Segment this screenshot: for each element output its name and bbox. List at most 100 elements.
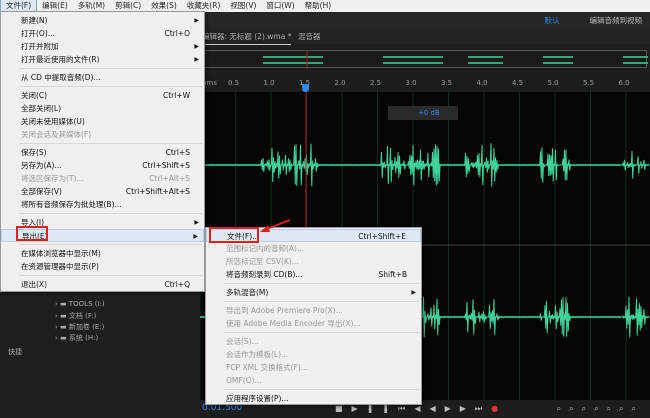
menu-item[interactable]: 全部保存(V) Ctrl+Shift+Alt+S [1,185,204,198]
transport-controls[interactable]: ■▶❚❚⏮◀◀▶▶⏭● [335,404,507,414]
menu-item-label: 保存(S) [21,148,47,157]
menu-item-label: 应用程序设置(P)... [226,394,289,403]
menu-item[interactable]: 关闭未使用媒体(U) [1,115,204,128]
menu-item-label: 在媒体浏览器中显示(M) [21,249,101,258]
menu-item[interactable]: 打开(O)... Ctrl+O [1,27,204,40]
quick-access-item[interactable]: 快捷 [8,347,22,357]
menu-item-label: 会话作为模板(L)... [226,350,289,359]
menu-separator [224,389,419,390]
menu-item[interactable]: 在资源管理器中显示(P) [1,260,204,273]
drive-item[interactable]: › ▬ 文档 (F:) [55,311,96,321]
menu-item-label: OMF(O)... [226,376,262,385]
menu-item[interactable]: 将音频刻录到 CD(B)... Shift+B [206,268,421,281]
menu-item[interactable]: 应用程序设置(P)... [206,392,421,405]
menu-item[interactable]: 保存(S) Ctrl+S [1,146,204,159]
drive-item[interactable]: › ▬ 新加卷 (E:) [55,322,104,332]
quick-label: 快捷 [8,348,22,356]
menu-item[interactable]: 退出(X) Ctrl+Q [1,278,204,291]
menu-item-label: 全部关闭(L) [21,104,62,113]
menu-item-label: 范围标记内的音频(A)... [226,244,305,253]
drive-item[interactable]: › ▬ TOOLS (I:) [55,300,105,308]
menu-item[interactable]: 使用 Adobe Media Encoder 导出(X)... [206,317,421,330]
menu-item[interactable]: 多轨混音(M) ▶ [206,286,421,299]
highlight-box-export [16,226,48,241]
ruler-tick-label: 5.5 [583,79,595,87]
menubar-item[interactable]: 帮助(H) [300,0,337,12]
drive-icon: › ▬ [55,300,69,308]
menu-item[interactable]: 打开并附加 ▶ [1,40,204,53]
menu-item-label: 新建(N) [21,16,48,25]
ruler-tick-label: 1.0 [263,79,275,87]
menu-item-label: 关闭会话及其媒体(F) [21,130,92,139]
menu-item[interactable]: 范围标记内的音频(A)... [206,242,421,255]
submenu-arrow-icon: ▶ [193,233,198,240]
menu-item-shortcut: Ctrl+W [162,91,190,100]
drive-icon: › ▬ [55,323,69,331]
tab-mixer[interactable]: 混音器 [298,31,321,42]
record-icon[interactable]: ● [491,404,507,413]
menu-item-label: 另存为(A)... [21,161,62,170]
menu-item-label: 所选标记至 CSV(K)... [226,257,299,266]
gain-hud[interactable]: +0 dB [388,106,458,120]
menu-item[interactable]: 将所有音频保存为批处理(B)... [1,198,204,211]
media-browser: › ▬ TOOLS (I:) › ▬ 文档 (F:) › ▬ 新加卷 (E:) › ▬… [0,292,200,418]
menu-item-label: 全部保存(V) [21,187,62,196]
menu-separator [19,143,202,144]
submenu-arrow-icon: ▶ [194,219,199,226]
overview-waveform[interactable] [202,50,648,69]
menu-item-label: 多轨混音(M) [226,288,269,297]
drive-icon: › ▬ [55,334,69,342]
menu-item[interactable]: 关闭会话及其媒体(F) [1,128,204,141]
menu-item[interactable]: 将选区保存为(T)... Ctrl+Alt+S [1,172,204,185]
menu-item-shortcut: Shift+B [378,270,407,279]
workspace-edit-video[interactable]: 编辑音频到视频 [590,16,643,25]
zoom-controls[interactable]: ⌕⌕⌕⌕⌕⌕⌕ [557,404,644,414]
menu-item-label: 在资源管理器中显示(P) [21,262,99,271]
menu-item[interactable]: 全部关闭(L) [1,102,204,115]
menu-item-label: 将音频刻录到 CD(B)... [226,270,303,279]
menu-separator [19,68,202,69]
submenu-arrow-icon: ▶ [194,17,199,24]
menu-item[interactable]: 从 CD 中提取音频(D)... [1,71,204,84]
menu-item-shortcut: Ctrl+Shift+Alt+S [125,187,190,196]
ruler-tick-label: 2.0 [334,79,346,87]
menu-item[interactable]: OMF(O)... [206,374,421,387]
menu-separator [19,86,202,87]
time-ruler[interactable]: hms 0.5 1.0 1.5 2.0 2.5 3.0 3.5 4.0 4.5 5.0 5.5 6.0 [200,78,650,92]
menu-separator [19,213,202,214]
menubar-item[interactable]: 窗口(W) [261,0,299,12]
menu-item-label: 会话(S)... [226,337,259,346]
gain-value: +0 dB [418,109,440,117]
menu-item[interactable]: 会话作为模板(L)... [206,348,421,361]
menu-item-label: FCP XML 交换格式(F)... [226,363,308,372]
drive-label: 系统 (H:) [68,334,99,342]
workspace-default[interactable]: 默认 [545,16,560,25]
ruler-tick-label: 3.0 [405,79,417,87]
menu-item[interactable]: 在媒体浏览器中显示(M) [1,247,204,260]
menu-item-shortcut: Ctrl+Shift+S [142,161,190,170]
export-submenu: 文件(F)... Ctrl+Shift+E 范围标记内的音频(A)... 所选标记至 … [205,227,422,405]
ruler-tick-label: 0.5 [228,79,240,87]
menu-item[interactable]: 会话(S)... [206,335,421,348]
menu-item-label: 关闭未使用媒体(U) [21,117,85,126]
tab-editor[interactable]: 编辑器: 无标题 (2).wma * [202,31,292,45]
menubar-item[interactable]: 视图(V) [225,0,261,12]
drive-item[interactable]: › ▬ 系统 (H:) [55,333,98,343]
playhead-handle[interactable] [302,84,309,92]
waveform-channel [199,143,650,187]
menu-item-label: 退出(X) [21,280,47,289]
menu-item[interactable]: 关闭(C) Ctrl+W [1,89,204,102]
highlight-box-file [209,227,259,243]
menu-separator [224,332,419,333]
menu-item-shortcut: Ctrl+O [164,29,190,38]
ruler-tick-label: 2.5 [370,79,382,87]
submenu-arrow-icon: ▶ [411,289,416,296]
menu-item[interactable]: 所选标记至 CSV(K)... [206,255,421,268]
menu-item[interactable]: 打开最近使用的文件(R) ▶ [1,53,204,66]
menu-item[interactable]: 导出到 Adobe Premiere Pro(X)... [206,304,421,317]
menu-item[interactable]: 新建(N) ▶ [1,14,204,27]
menu-item[interactable]: 另存为(A)... Ctrl+Shift+S [1,159,204,172]
menu-item[interactable]: FCP XML 交换格式(F)... [206,361,421,374]
menu-separator [224,283,419,284]
menu-item-shortcut: Ctrl+S [165,148,190,157]
